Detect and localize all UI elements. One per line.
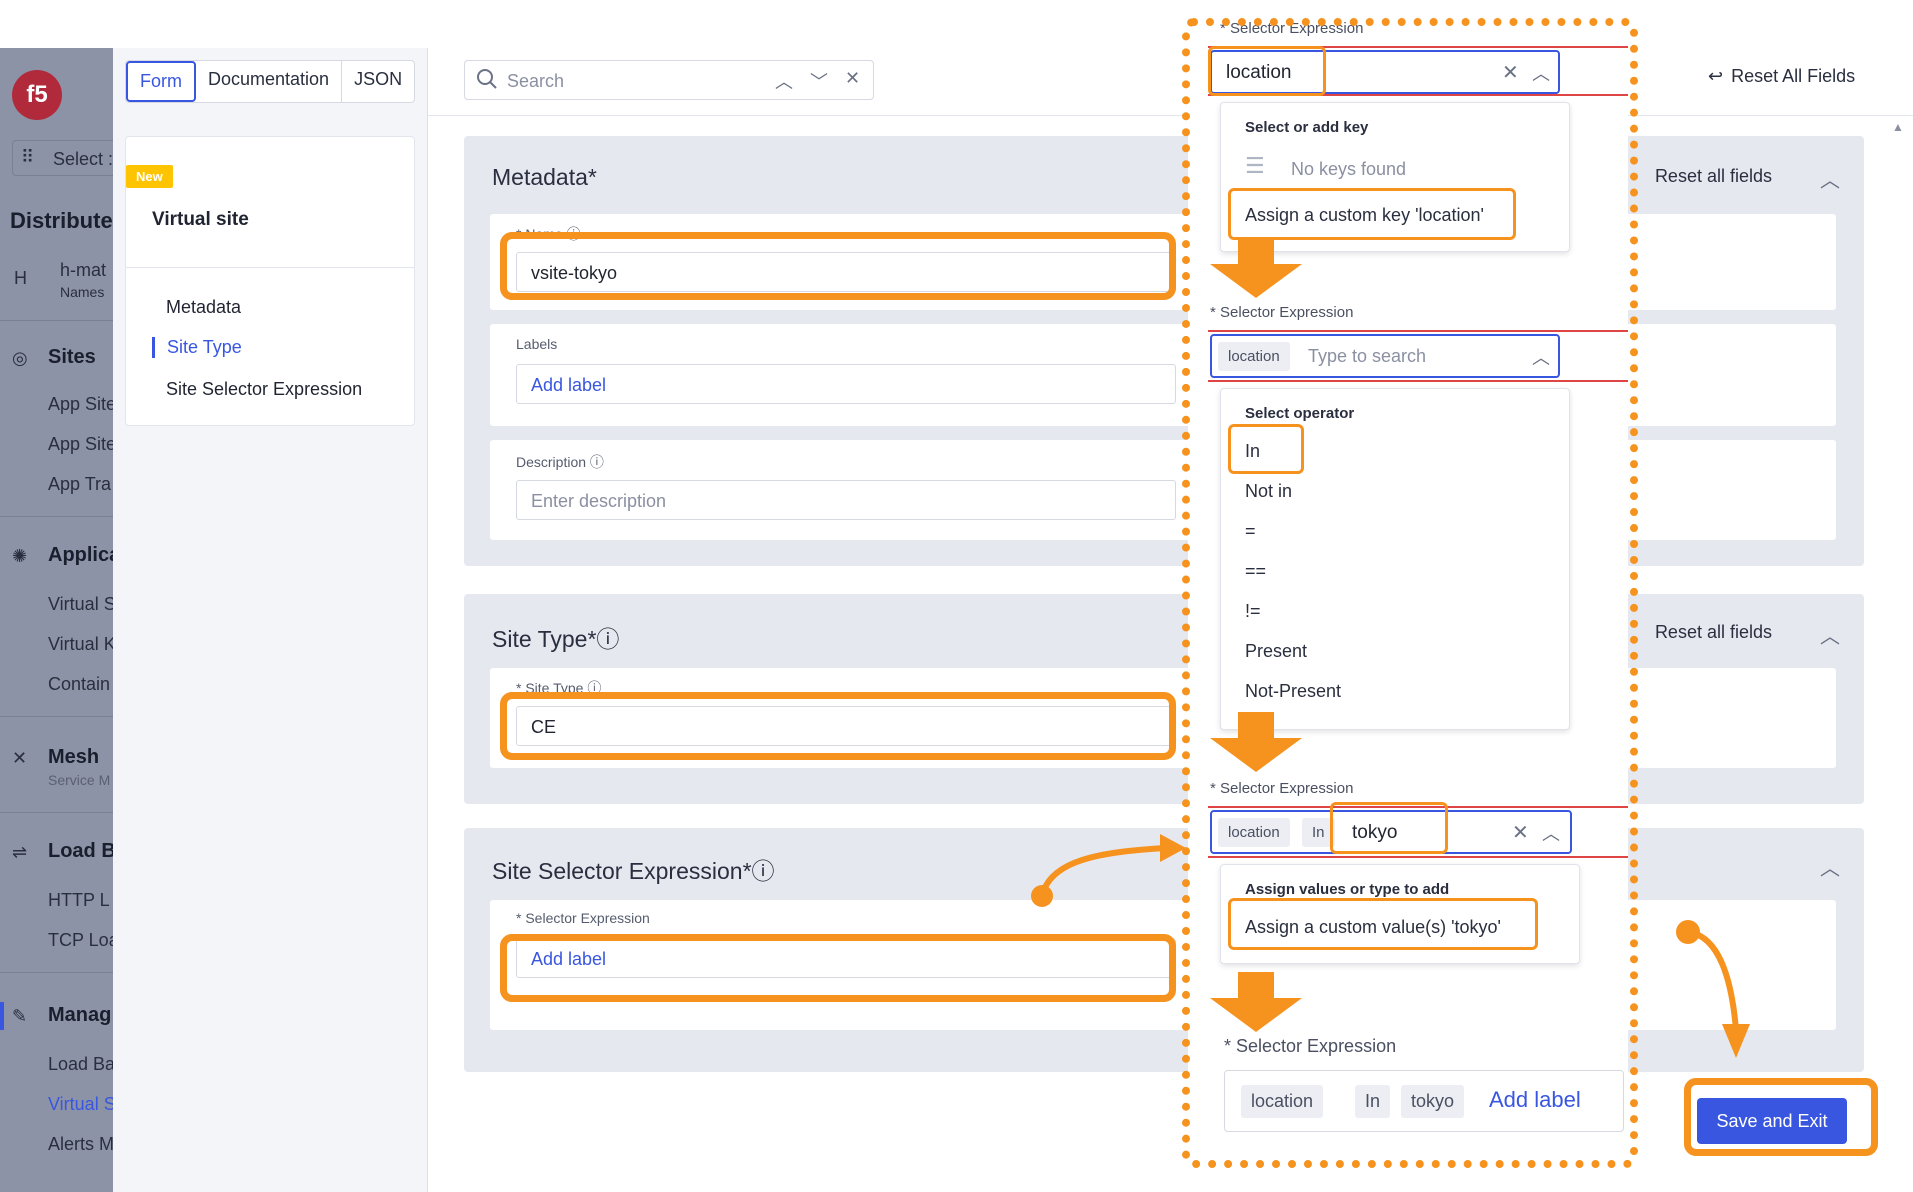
nav-item-virtual-s[interactable]: Virtual S	[48, 594, 113, 615]
nav-item-alerts[interactable]: Alerts M	[48, 1134, 113, 1155]
search-input[interactable]: Search ︿ ﹀ ✕	[464, 60, 874, 100]
nav-item-app-site-2[interactable]: App Site	[48, 434, 113, 455]
search-placeholder: Search	[507, 71, 565, 91]
wrench-icon: ✎	[12, 1006, 28, 1026]
nav-divider	[0, 812, 113, 813]
toc-link-metadata[interactable]: Metadata	[166, 297, 241, 318]
down-arrow-icon	[1210, 972, 1302, 1032]
gear-icon: ✺	[12, 546, 28, 566]
select-label: Select :	[53, 149, 113, 169]
nav-item-app-site-1[interactable]: App Site	[48, 394, 113, 415]
highlight-custom-key	[1228, 188, 1516, 240]
nav-mesh-sub: Service M	[48, 772, 111, 788]
namespace-avatar: H	[14, 268, 27, 288]
tab-documentation[interactable]: Documentation	[196, 61, 343, 102]
nav-section-load-balancers[interactable]: Load B	[48, 840, 113, 863]
namespace-name[interactable]: h-mat	[60, 260, 106, 281]
toc-title: Virtual site	[152, 209, 249, 230]
nav-item-virtual-s-active[interactable]: Virtual S	[48, 1094, 113, 1115]
nav-divider	[0, 716, 113, 717]
tab-json[interactable]: JSON	[342, 61, 414, 102]
curved-arrow-icon	[1676, 920, 1750, 1058]
form-toc: New Virtual site Metadata Site Type Site…	[125, 136, 415, 426]
nav-item-tcp-lb[interactable]: TCP Loa	[48, 930, 113, 951]
reset-all-label: Reset All Fields	[1731, 66, 1856, 86]
nav-item-http-lb[interactable]: HTTP L	[48, 890, 110, 911]
highlight-key-input	[1208, 46, 1326, 96]
grid-icon: ⠿	[21, 147, 35, 167]
highlight-custom-value	[1228, 898, 1538, 950]
highlight-site-type	[500, 692, 1176, 760]
namespace-select[interactable]: ⠿ Select :	[12, 140, 113, 176]
site-selector-title: Site Selector Expression*ⓘ	[492, 858, 775, 884]
curved-arrow-icon	[1031, 834, 1186, 907]
toc-divider	[126, 267, 414, 268]
undo-icon: ↩	[1708, 66, 1724, 86]
description-label: Description ⓘ	[516, 454, 604, 470]
description-placeholder: Enter description	[531, 491, 667, 511]
down-arrow-icon	[1210, 712, 1302, 772]
close-icon[interactable]: ✕	[845, 68, 860, 89]
selector-label: * Selector Expression	[516, 910, 650, 926]
globe-icon: ◎	[12, 348, 28, 368]
collapse-icon[interactable]: ︿	[1820, 620, 1840, 649]
mesh-icon: ✕	[12, 748, 28, 768]
metadata-reset[interactable]: Reset all fields	[1655, 166, 1772, 187]
toc-link-site-type[interactable]: Site Type	[152, 337, 242, 358]
nav-section-sites[interactable]: Sites	[48, 346, 96, 369]
nav-section-manage[interactable]: Manag	[48, 1004, 111, 1027]
highlight-in-option	[1228, 424, 1304, 474]
nav-item-virtual-k[interactable]: Virtual K	[48, 634, 113, 655]
nav-item-app-tra[interactable]: App Tra	[48, 474, 111, 495]
nav-divider	[0, 972, 113, 973]
load-balancer-icon: ⇌	[12, 842, 28, 862]
nav-divider	[0, 516, 113, 517]
nav-item-contain[interactable]: Contain	[48, 674, 110, 695]
chevron-up-icon[interactable]: ︿	[775, 68, 793, 94]
namespace-sub: Names	[60, 284, 105, 300]
view-tabs: Form Documentation JSON	[125, 60, 416, 103]
nav-divider	[0, 320, 113, 321]
down-arrow-icon	[1210, 238, 1302, 298]
labels-input[interactable]: Add label	[516, 364, 1176, 404]
scroll-up-icon[interactable]: ▲	[1892, 120, 1904, 134]
active-indicator	[0, 1002, 4, 1030]
collapse-icon[interactable]: ︿	[1820, 164, 1840, 193]
highlight-selector	[500, 934, 1176, 1002]
add-label-link[interactable]: Add label	[531, 375, 606, 396]
chevron-down-icon[interactable]: ﹀	[810, 68, 828, 94]
left-nav: f5 ⠿ Select : Distribute H h-mat Names ◎…	[0, 48, 113, 1192]
description-input[interactable]: Enter description	[516, 480, 1176, 520]
labels-label: Labels	[516, 336, 558, 352]
site-type-reset[interactable]: Reset all fields	[1655, 622, 1772, 643]
search-icon	[477, 69, 497, 89]
form-toolbar: Search ︿ ﹀ ✕ ↩ Reset All Fields	[428, 48, 1913, 116]
metadata-card: Metadata* Reset all fields ︿ * Name ⓘ vs…	[464, 136, 1864, 566]
f5-logo[interactable]: f5	[12, 70, 62, 120]
highlight-value-input	[1330, 802, 1448, 854]
reset-all-fields-button[interactable]: ↩ Reset All Fields	[1708, 66, 1855, 87]
metadata-title: Metadata*	[492, 164, 597, 190]
nav-item-load-ba[interactable]: Load Ba	[48, 1054, 113, 1075]
new-badge: New	[126, 165, 173, 188]
site-type-title: Site Type*ⓘ	[492, 626, 620, 652]
nav-section-applications[interactable]: Applica	[48, 544, 113, 567]
save-and-exit-button[interactable]: Save and Exit	[1697, 1098, 1847, 1144]
nav-section-mesh[interactable]: Mesh	[48, 746, 99, 769]
toc-link-site-selector[interactable]: Site Selector Expression	[166, 379, 362, 400]
form-nav-panel: Form Documentation JSON New Virtual site…	[113, 48, 428, 1192]
tab-form[interactable]: Form	[126, 61, 196, 102]
highlight-name	[500, 232, 1176, 300]
collapse-icon[interactable]: ︿	[1820, 852, 1840, 881]
distribute-heading: Distribute	[10, 208, 113, 233]
